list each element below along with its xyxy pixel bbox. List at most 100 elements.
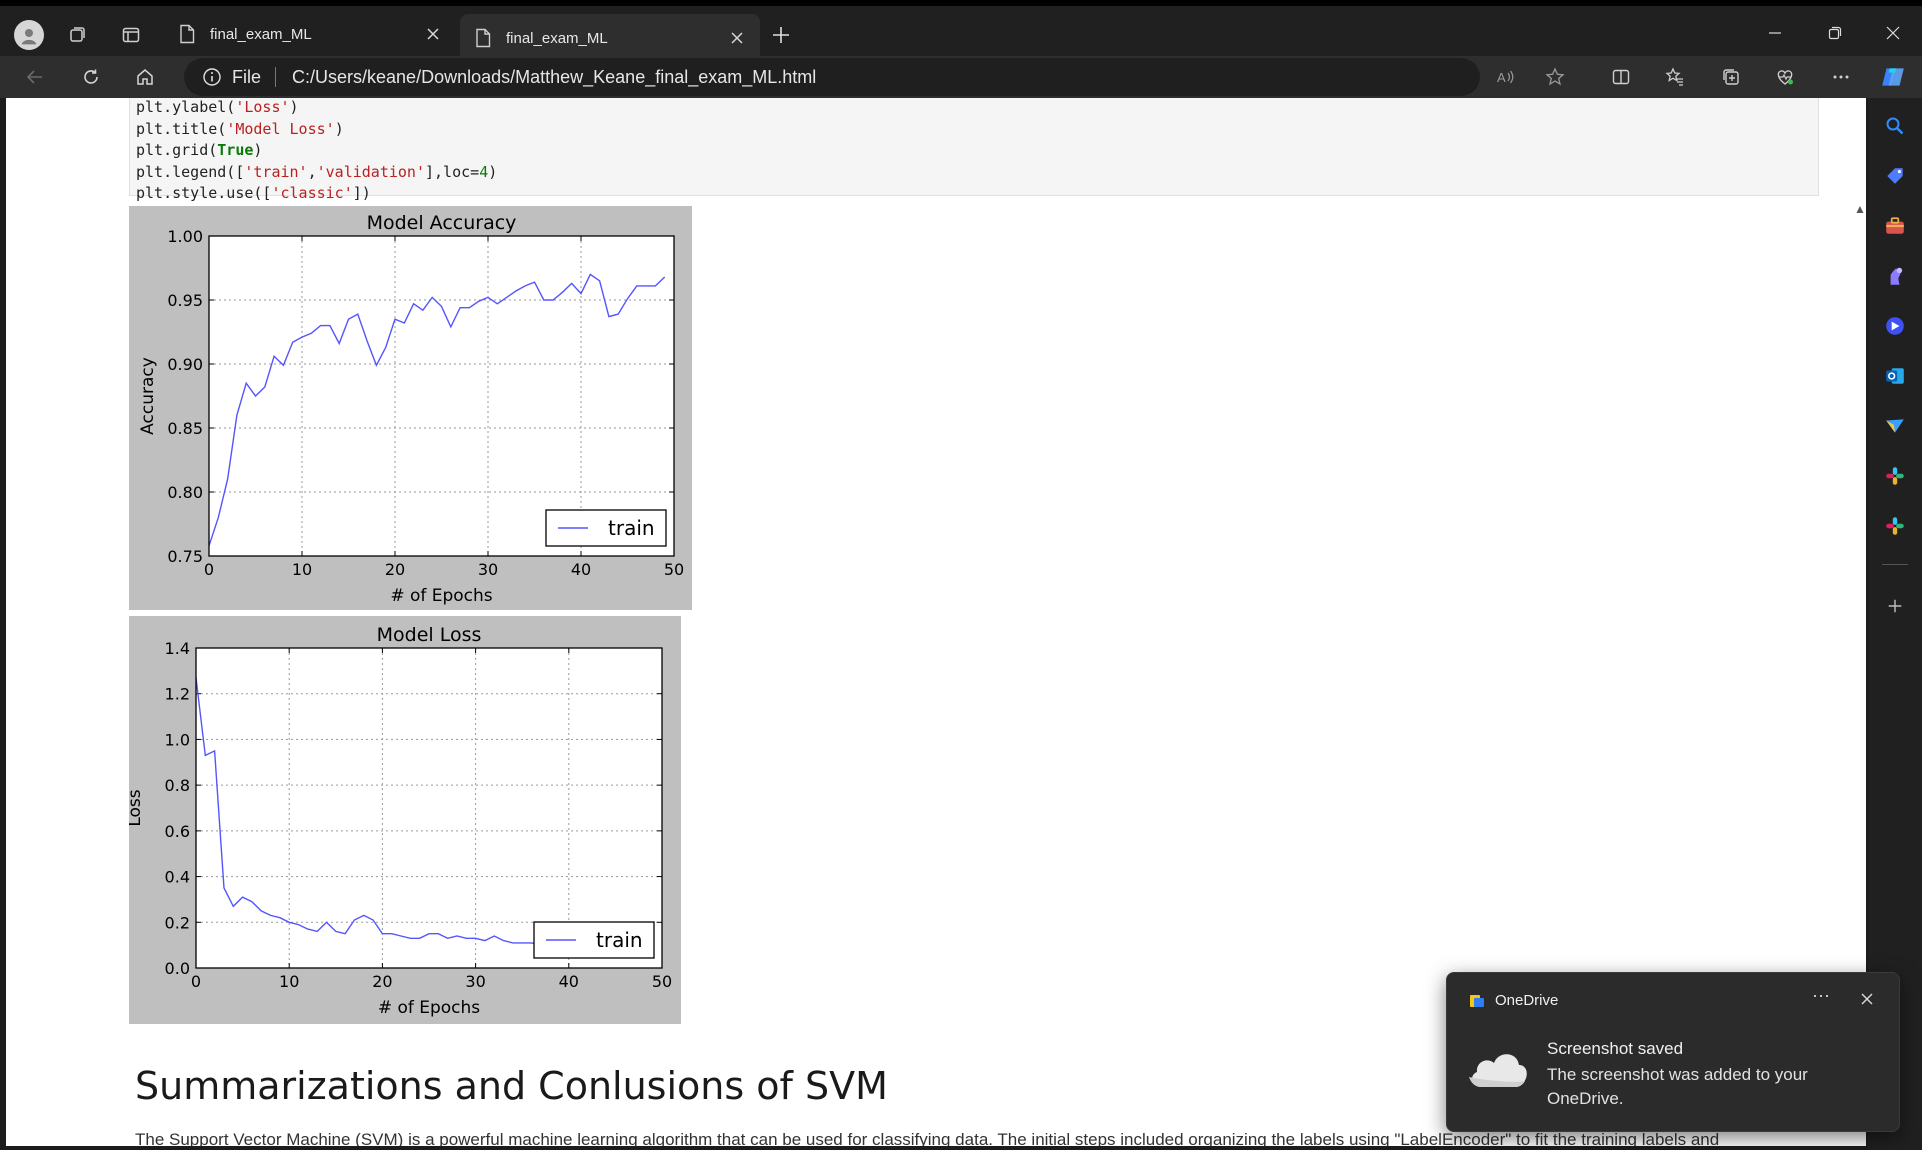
tab-final-exam-1[interactable]: final_exam_ML bbox=[164, 12, 456, 56]
x-tick-label: 20 bbox=[372, 972, 392, 991]
svg-text:A: A bbox=[1497, 70, 1506, 85]
x-tick-label: 10 bbox=[292, 560, 312, 579]
accuracy-chart-svg: 0 10 20 30 40 50 0.75 0.80 0.85 0.90 0.95 1.00 Model… bbox=[138, 212, 684, 606]
y-tick-label: 0.8 bbox=[165, 776, 190, 795]
new-tab-button[interactable] bbox=[766, 20, 796, 50]
y-tick-label: 0.90 bbox=[167, 355, 203, 374]
refresh-icon[interactable] bbox=[76, 62, 106, 92]
more-menu-icon[interactable] bbox=[1826, 62, 1856, 92]
add-icon[interactable] bbox=[1881, 592, 1909, 620]
split-screen-icon[interactable] bbox=[1606, 62, 1636, 92]
legend-label: train bbox=[608, 516, 655, 540]
plot-area bbox=[209, 236, 674, 556]
y-tick-label: 0.6 bbox=[165, 822, 190, 841]
y-tick-label: 0.95 bbox=[167, 291, 203, 310]
toast-title: Screenshot saved bbox=[1547, 1039, 1684, 1058]
x-axis-label: # of Epochs bbox=[390, 586, 492, 606]
scroll-up-arrow[interactable]: ▲ bbox=[1854, 202, 1866, 216]
tab-title: final_exam_ML bbox=[506, 29, 608, 47]
more-options-icon[interactable]: ··· bbox=[1807, 985, 1835, 1013]
tab-strip: final_exam_ML final_exam_ML bbox=[0, 0, 1922, 62]
x-tick-label: 30 bbox=[465, 972, 485, 991]
x-axis-label: # of Epochs bbox=[378, 998, 480, 1018]
close-icon[interactable] bbox=[728, 29, 746, 47]
browser-essentials-icon[interactable] bbox=[1770, 62, 1800, 92]
favorites-icon[interactable] bbox=[1660, 62, 1690, 92]
plot-area bbox=[196, 648, 662, 968]
code-line: plt.grid(True) bbox=[136, 141, 263, 159]
toast-app-name: OneDrive bbox=[1495, 992, 1559, 1009]
workspaces-icon[interactable] bbox=[62, 20, 92, 50]
search-icon[interactable] bbox=[1881, 112, 1909, 140]
x-tick-label: 0 bbox=[204, 560, 214, 579]
toast-body: The screenshot was added to your OneDriv… bbox=[1547, 1065, 1808, 1108]
collections-icon[interactable] bbox=[1716, 62, 1746, 92]
info-icon[interactable] bbox=[202, 67, 222, 87]
section-heading: Summarizations and Conlusions of SVM bbox=[135, 1064, 888, 1108]
code-line: plt.legend(['train','validation'],loc=4) bbox=[136, 162, 498, 181]
code-line: plt.title('Model Loss') bbox=[136, 119, 344, 138]
slack-icon-2[interactable] bbox=[1881, 512, 1909, 540]
y-axis-label: Accuracy bbox=[138, 357, 158, 435]
loss-plot: 0 10 20 30 40 50 0.0 0.2 0.4 0.6 0.8 1.0 1.2 1.4 Model… bbox=[129, 616, 681, 1024]
x-tick-label: 40 bbox=[571, 560, 591, 579]
y-tick-label: 0.2 bbox=[165, 913, 190, 932]
chart-title: Model Loss bbox=[377, 624, 482, 646]
home-icon[interactable] bbox=[130, 62, 160, 92]
code-line: plt.style.use(['classic']) bbox=[136, 184, 371, 202]
games-icon[interactable] bbox=[1881, 262, 1909, 290]
close-icon[interactable] bbox=[424, 25, 442, 43]
read-aloud-icon[interactable]: A bbox=[1490, 62, 1520, 92]
legend-label: train bbox=[596, 928, 643, 952]
sidebar-divider bbox=[1882, 564, 1908, 565]
copilot-chat-icon[interactable] bbox=[1881, 312, 1909, 340]
back-icon[interactable] bbox=[20, 62, 50, 92]
y-tick-label: 0.75 bbox=[167, 547, 203, 566]
y-tick-label: 0.85 bbox=[167, 419, 203, 438]
y-tick-label: 1.0 bbox=[165, 730, 190, 749]
y-tick-label: 1.00 bbox=[167, 227, 203, 246]
restore-icon[interactable] bbox=[1820, 18, 1850, 48]
tab-title: final_exam_ML bbox=[210, 25, 312, 43]
close-window-icon[interactable] bbox=[1878, 18, 1908, 48]
x-tick-label: 10 bbox=[279, 972, 299, 991]
copilot-icon[interactable] bbox=[1878, 62, 1908, 92]
send-icon[interactable] bbox=[1881, 412, 1909, 440]
page-icon bbox=[178, 24, 196, 44]
chart-title: Model Accuracy bbox=[367, 212, 517, 234]
x-tick-label: 50 bbox=[652, 972, 672, 991]
favorite-star-icon[interactable] bbox=[1540, 62, 1570, 92]
url-text[interactable]: C:/Users/keane/Downloads/Matthew_Keane_f… bbox=[292, 67, 816, 88]
onedrive-app-icon bbox=[1469, 993, 1485, 1009]
separator bbox=[275, 67, 277, 87]
shopping-tag-icon[interactable] bbox=[1881, 162, 1909, 190]
x-tick-label: 30 bbox=[478, 560, 498, 579]
profile-avatar[interactable] bbox=[14, 20, 44, 50]
x-tick-label: 50 bbox=[664, 560, 684, 579]
cloud-icon bbox=[1467, 1047, 1529, 1091]
close-icon[interactable] bbox=[1855, 987, 1879, 1011]
address-toolbar: File C:/Users/keane/Downloads/Matthew_Ke… bbox=[0, 56, 1922, 98]
accuracy-plot: 0 10 20 30 40 50 0.75 0.80 0.85 0.90 0.95 1.00 Model… bbox=[129, 206, 692, 610]
tab-final-exam-2[interactable]: final_exam_ML bbox=[460, 14, 760, 62]
minimize-icon[interactable] bbox=[1760, 18, 1790, 48]
tools-briefcase-icon[interactable] bbox=[1881, 212, 1909, 240]
scheme-label: File bbox=[232, 66, 262, 87]
y-tick-label: 0.4 bbox=[165, 868, 190, 887]
code-line: plt.ylabel('Loss') bbox=[136, 98, 299, 116]
slack-icon[interactable] bbox=[1881, 462, 1909, 490]
address-bar[interactable]: File C:/Users/keane/Downloads/Matthew_Ke… bbox=[184, 58, 1480, 96]
y-axis-label: Loss bbox=[129, 789, 145, 826]
vertical-tabs-icon[interactable] bbox=[116, 20, 146, 50]
loss-chart-svg: 0 10 20 30 40 50 0.0 0.2 0.4 0.6 0.8 1.0 1.2 1.4 Model… bbox=[129, 624, 672, 1018]
y-tick-label: 1.4 bbox=[165, 639, 190, 658]
onedrive-toast[interactable]: OneDrive ··· Screenshot saved The screen… bbox=[1446, 972, 1900, 1132]
page-icon bbox=[474, 28, 492, 48]
outlook-icon[interactable] bbox=[1881, 362, 1909, 390]
x-tick-label: 0 bbox=[191, 972, 201, 991]
code-cell: plt.ylabel('Loss') plt.title('Model Loss'… bbox=[129, 98, 1819, 202]
x-tick-label: 20 bbox=[385, 560, 405, 579]
y-tick-label: 0.0 bbox=[165, 959, 190, 978]
y-tick-label: 0.80 bbox=[167, 483, 203, 502]
x-tick-label: 40 bbox=[559, 972, 579, 991]
